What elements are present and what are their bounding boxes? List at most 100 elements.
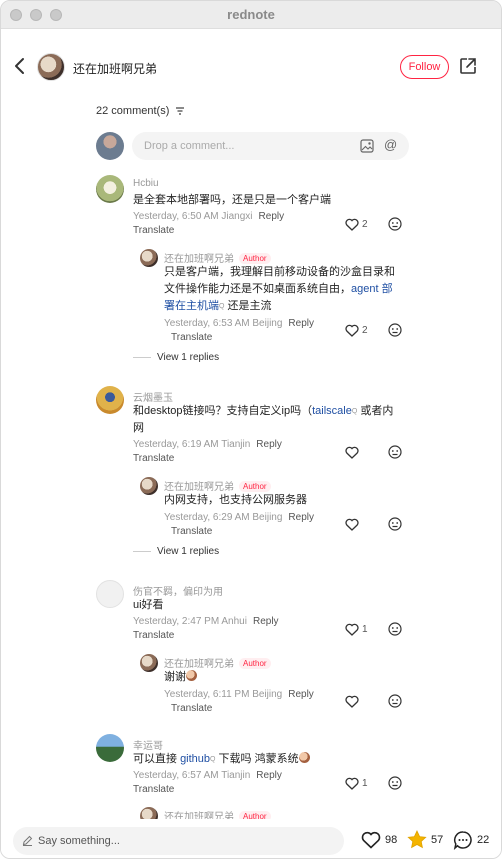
reply-text: 谢谢	[164, 669, 197, 686]
comment-link[interactable]: tailscale	[312, 405, 352, 417]
comment-meta: Yesterday, 6:19 AM Tianjin Reply	[133, 439, 282, 450]
reply-button[interactable]: Reply	[259, 211, 285, 222]
comment-time: Yesterday, 6:57 AM Tianjin	[133, 770, 251, 781]
author-avatar[interactable]	[37, 53, 65, 81]
reply-text-part: 谢谢	[164, 671, 186, 683]
commenter-avatar[interactable]	[96, 175, 124, 203]
like-count: 2	[362, 219, 368, 230]
author-badge: Author	[239, 253, 271, 264]
likes-count: 98	[385, 834, 398, 846]
dislike-icon[interactable]	[388, 776, 402, 790]
reply-button[interactable]: Reply	[288, 689, 314, 700]
commenter-avatar[interactable]	[96, 580, 124, 608]
reply-text: 内网支持，也支持公网服务器	[164, 494, 307, 506]
comment-bubble-icon[interactable]	[453, 830, 473, 850]
reply-button[interactable]: Reply	[253, 616, 279, 627]
pencil-icon	[22, 835, 33, 846]
reply-text: 只是客户端，我理解目前移动设备的沙盒目录和文件操作能力还是不如桌面系统自由，ag…	[164, 264, 400, 315]
dislike-icon[interactable]	[388, 217, 402, 231]
comments-count-label: 22 comment(s)	[96, 105, 170, 117]
heart-icon[interactable]	[345, 623, 359, 636]
commenter-name[interactable]: 伤官不羁，偏印为用	[133, 583, 223, 598]
app-window: rednote 还在加班啊兄弟 Follow 22 comment(s) @ H…	[0, 0, 502, 859]
translate-button[interactable]: Translate	[171, 526, 212, 537]
reply-time: Yesterday, 6:53 AM Beijing	[164, 318, 283, 329]
share-icon[interactable]	[459, 57, 477, 75]
like-count: 2	[362, 325, 368, 336]
heart-icon[interactable]	[361, 831, 381, 849]
back-arrow-icon[interactable]	[13, 57, 27, 75]
view-replies-button[interactable]: View 1 replies	[133, 352, 219, 363]
reply-avatar[interactable]	[140, 477, 158, 495]
comment-meta: Yesterday, 6:50 AM Jiangxi Reply	[133, 211, 284, 222]
comment-meta: Yesterday, 6:57 AM Tianjin Reply	[133, 770, 282, 781]
translate-button[interactable]: Translate	[133, 784, 174, 795]
translate-button[interactable]: Translate	[133, 453, 174, 464]
follow-button[interactable]: Follow	[400, 55, 449, 79]
reply-meta: Yesterday, 6:11 PM Beijing Reply	[164, 689, 314, 700]
dislike-icon[interactable]	[388, 323, 402, 337]
comment-link[interactable]: github	[180, 753, 210, 765]
reply-author-name[interactable]: 还在加班啊兄弟 Author	[164, 478, 271, 493]
commenter-avatar[interactable]	[96, 386, 124, 414]
my-avatar	[96, 132, 124, 160]
heart-icon[interactable]	[345, 324, 359, 337]
commenter-name[interactable]: 幸运哥	[133, 737, 163, 752]
heart-icon[interactable]	[345, 777, 359, 790]
comment-time: Yesterday, 6:19 AM Tianjin	[133, 439, 251, 450]
reply-avatar[interactable]	[140, 654, 158, 672]
view-replies-button[interactable]: View 1 replies	[133, 546, 219, 557]
reply-avatar[interactable]	[140, 249, 158, 267]
reply-button[interactable]: Reply	[288, 512, 314, 523]
comment-text-part: 和desktop链接吗？支持自定义ip吗（	[133, 405, 313, 417]
comment-time: Yesterday, 6:50 AM Jiangxi	[133, 211, 253, 222]
reply-button[interactable]: Reply	[256, 439, 282, 450]
dislike-icon[interactable]	[388, 694, 402, 708]
comment-text: 可以直接 githubQ 下载吗 鸿蒙系统	[133, 751, 310, 768]
bottom-bar: 98 57 22	[1, 819, 501, 858]
dislike-icon[interactable]	[388, 622, 402, 636]
translate-button[interactable]: Translate	[171, 332, 212, 343]
emoji-sticker-icon	[186, 670, 197, 681]
dislike-icon[interactable]	[388, 445, 402, 459]
sort-icon[interactable]	[175, 107, 185, 115]
heart-icon[interactable]	[345, 518, 359, 531]
title-bar: rednote	[1, 1, 501, 29]
comments-total-count: 22	[477, 834, 490, 846]
commenter-name[interactable]: 云烟墨玉	[133, 389, 173, 404]
author-name[interactable]: 还在加班啊兄弟	[73, 60, 157, 77]
image-icon[interactable]	[360, 139, 374, 153]
comment-text-part: 可以直接	[133, 753, 181, 765]
author-badge: Author	[239, 481, 271, 492]
reply-author-name[interactable]: 还在加班啊兄弟 Author	[164, 655, 271, 670]
author-badge: Author	[239, 658, 271, 669]
reply-button[interactable]: Reply	[256, 770, 282, 781]
comment-text: 和desktop链接吗？支持自定义ip吗（tailscaleQ 或者内网	[133, 403, 401, 437]
reply-button[interactable]: Reply	[288, 318, 314, 329]
reply-time: Yesterday, 6:29 AM Beijing	[164, 512, 283, 523]
commenter-avatar[interactable]	[96, 734, 124, 762]
reply-meta: Yesterday, 6:53 AM Beijing Reply	[164, 318, 314, 329]
translate-button[interactable]: Translate	[171, 703, 212, 714]
reply-time: Yesterday, 6:11 PM Beijing	[164, 689, 283, 700]
reply-text-part: 还是主流	[224, 300, 272, 312]
dislike-icon[interactable]	[388, 517, 402, 531]
comment-text-part: 下载吗 鸿蒙系统	[215, 753, 299, 765]
emoji-sticker-icon	[298, 752, 310, 763]
comments-count[interactable]: 22 comment(s)	[96, 105, 185, 117]
translate-button[interactable]: Translate	[133, 630, 174, 641]
mention-icon[interactable]: @	[384, 138, 398, 152]
heart-icon[interactable]	[345, 695, 359, 708]
say-something-input[interactable]	[13, 827, 344, 855]
heart-icon[interactable]	[345, 446, 359, 459]
star-icon[interactable]	[407, 830, 427, 849]
reply-meta: Yesterday, 6:29 AM Beijing Reply	[164, 512, 314, 523]
commenter-name[interactable]: Hcbiu	[133, 178, 159, 189]
comment-time: Yesterday, 2:47 PM Anhui	[133, 616, 247, 627]
reply-author-name[interactable]: 还在加班啊兄弟 Author	[164, 250, 271, 265]
like-count: 1	[362, 624, 368, 635]
comment-text: ui好看	[133, 599, 164, 611]
heart-icon[interactable]	[345, 218, 359, 231]
translate-button[interactable]: Translate	[133, 225, 174, 236]
stars-count: 57	[431, 834, 444, 846]
